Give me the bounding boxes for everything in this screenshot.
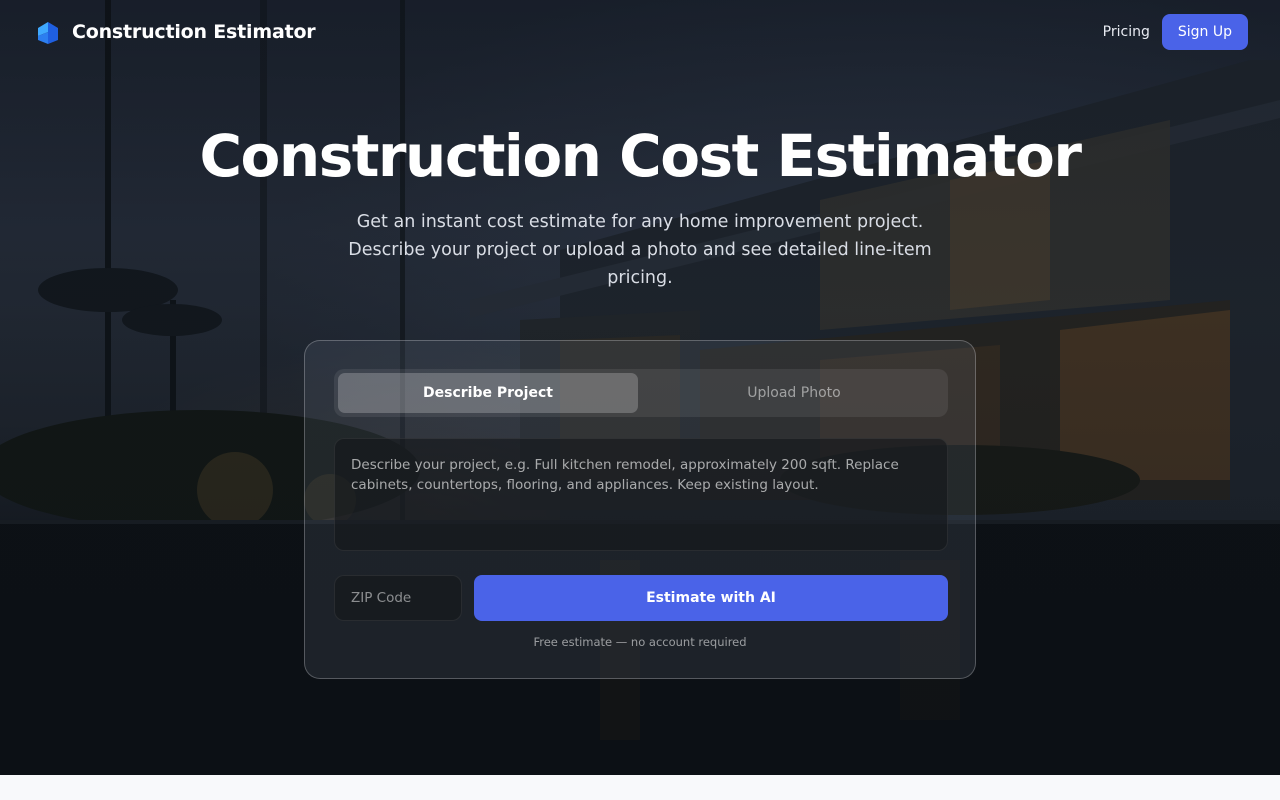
estimator-tabs: Describe Project Upload Photo bbox=[334, 369, 948, 417]
page-below-hero bbox=[0, 775, 1280, 800]
tab-describe-project[interactable]: Describe Project bbox=[338, 373, 638, 413]
sign-up-button[interactable]: Sign Up bbox=[1161, 14, 1248, 50]
top-nav: Construction Estimator Pricing Sign Up bbox=[0, 0, 1280, 64]
brand[interactable]: Construction Estimator bbox=[36, 20, 316, 44]
house-cube-icon bbox=[38, 22, 58, 44]
free-estimate-note: Free estimate — no account required bbox=[533, 635, 747, 649]
estimator-card: Describe Project Upload Photo Estimate w… bbox=[304, 340, 976, 679]
page-title: Construction Cost Estimator bbox=[199, 122, 1082, 190]
project-description-input[interactable] bbox=[334, 438, 948, 551]
tab-upload-photo[interactable]: Upload Photo bbox=[644, 373, 944, 413]
zip-code-input[interactable] bbox=[334, 575, 462, 621]
nav-actions: Pricing Sign Up bbox=[1103, 14, 1248, 50]
pricing-link[interactable]: Pricing bbox=[1103, 24, 1150, 40]
estimate-with-ai-button[interactable]: Estimate with AI bbox=[474, 575, 948, 621]
brand-name: Construction Estimator bbox=[72, 21, 316, 43]
hero-subtitle: Get an instant cost estimate for any hom… bbox=[348, 212, 932, 288]
